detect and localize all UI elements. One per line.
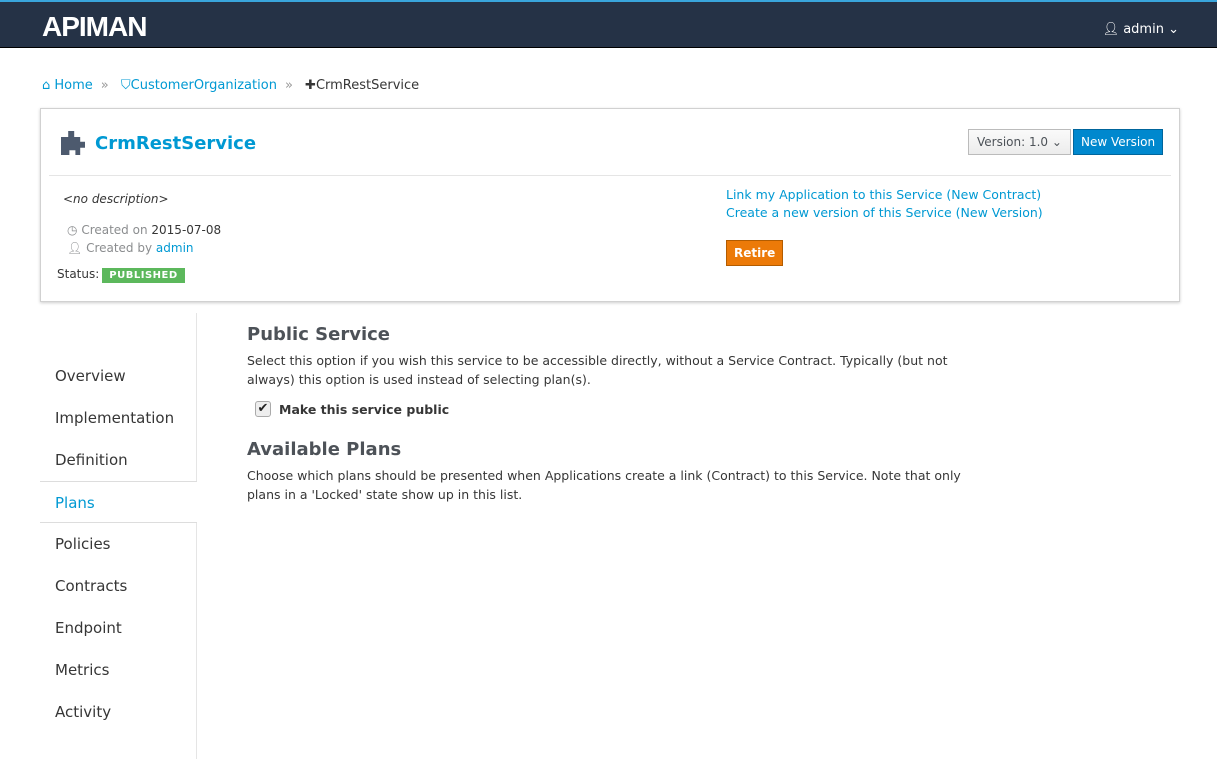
user-icon: 👤︎ <box>1102 22 1124 37</box>
public-service-heading: Public Service <box>247 324 390 345</box>
user-icon: 👤︎ <box>67 241 83 255</box>
service-title: CrmRestService <box>61 131 256 155</box>
nav-activity[interactable]: Activity <box>40 691 197 733</box>
retire-button[interactable]: Retire <box>726 240 784 266</box>
service-description: <no description> <box>63 192 169 206</box>
puzzle-icon <box>61 131 85 155</box>
shield-icon: ⛉ <box>120 78 131 93</box>
breadcrumb-service: ✚CrmRestService <box>305 78 420 93</box>
make-public-checkbox[interactable]: ✔ Make this service public <box>255 401 987 417</box>
nav-definition[interactable]: Definition <box>40 439 197 481</box>
nav-plans[interactable]: Plans <box>40 481 197 523</box>
plans-content: Public Service Select this option if you… <box>247 324 987 504</box>
separator: » <box>284 78 293 93</box>
new-version-link[interactable]: Create a new version of this Service (Ne… <box>726 205 1043 220</box>
separator: » <box>100 78 109 93</box>
nav-overview[interactable]: Overview <box>40 355 197 397</box>
checkbox-checked-icon[interactable]: ✔ <box>255 401 271 417</box>
apiman-logo[interactable]: APIMAN <box>42 11 147 43</box>
nav-endpoint[interactable]: Endpoint <box>40 607 197 649</box>
created-by-link[interactable]: admin <box>156 241 194 255</box>
available-plans-description: Choose which plans should be presented w… <box>247 468 961 502</box>
service-header-panel: CrmRestService Version: 1.0 ⌄ New Versio… <box>40 108 1180 302</box>
puzzle-icon: ✚ <box>305 78 316 93</box>
version-dropdown[interactable]: Version: 1.0 ⌄ <box>968 129 1071 155</box>
new-version-button[interactable]: New Version <box>1073 129 1164 155</box>
breadcrumb-home[interactable]: ⌂ Home <box>42 78 93 93</box>
created-by: 👤︎ Created by admin <box>67 241 194 255</box>
service-nav: Overview Implementation Definition Plans… <box>40 313 197 759</box>
nav-spacer <box>40 313 197 355</box>
divider <box>49 175 1171 176</box>
new-contract-link[interactable]: Link my Application to this Service (New… <box>726 187 1041 202</box>
nav-implementation[interactable]: Implementation <box>40 397 197 439</box>
top-navbar: APIMAN 👤︎ admin ⌄ <box>0 0 1217 48</box>
status: Status: PUBLISHED <box>57 267 185 283</box>
nav-metrics[interactable]: Metrics <box>40 649 197 691</box>
created-on: ◷ Created on 2015-07-08 <box>67 223 222 237</box>
clock-icon: ◷ <box>67 223 78 237</box>
available-plans-heading: Available Plans <box>247 439 402 460</box>
user-menu[interactable]: 👤︎ admin ⌄ <box>1103 22 1179 37</box>
status-badge: PUBLISHED <box>102 268 185 283</box>
nav-contracts[interactable]: Contracts <box>40 565 197 607</box>
chevron-down-icon: ⌄ <box>1168 22 1179 37</box>
chevron-down-icon: ⌄ <box>1051 135 1062 149</box>
breadcrumb-org[interactable]: ⛉CustomerOrganization <box>121 78 277 93</box>
nav-spacer <box>40 733 197 759</box>
public-service-description: Select this option if you wish this serv… <box>247 353 948 387</box>
nav-policies[interactable]: Policies <box>40 523 197 565</box>
home-icon: ⌂ <box>42 78 51 93</box>
action-links: Link my Application to this Service (New… <box>726 186 1043 222</box>
breadcrumb: ⌂ Home » ⛉CustomerOrganization » ✚CrmRestS… <box>42 78 419 93</box>
